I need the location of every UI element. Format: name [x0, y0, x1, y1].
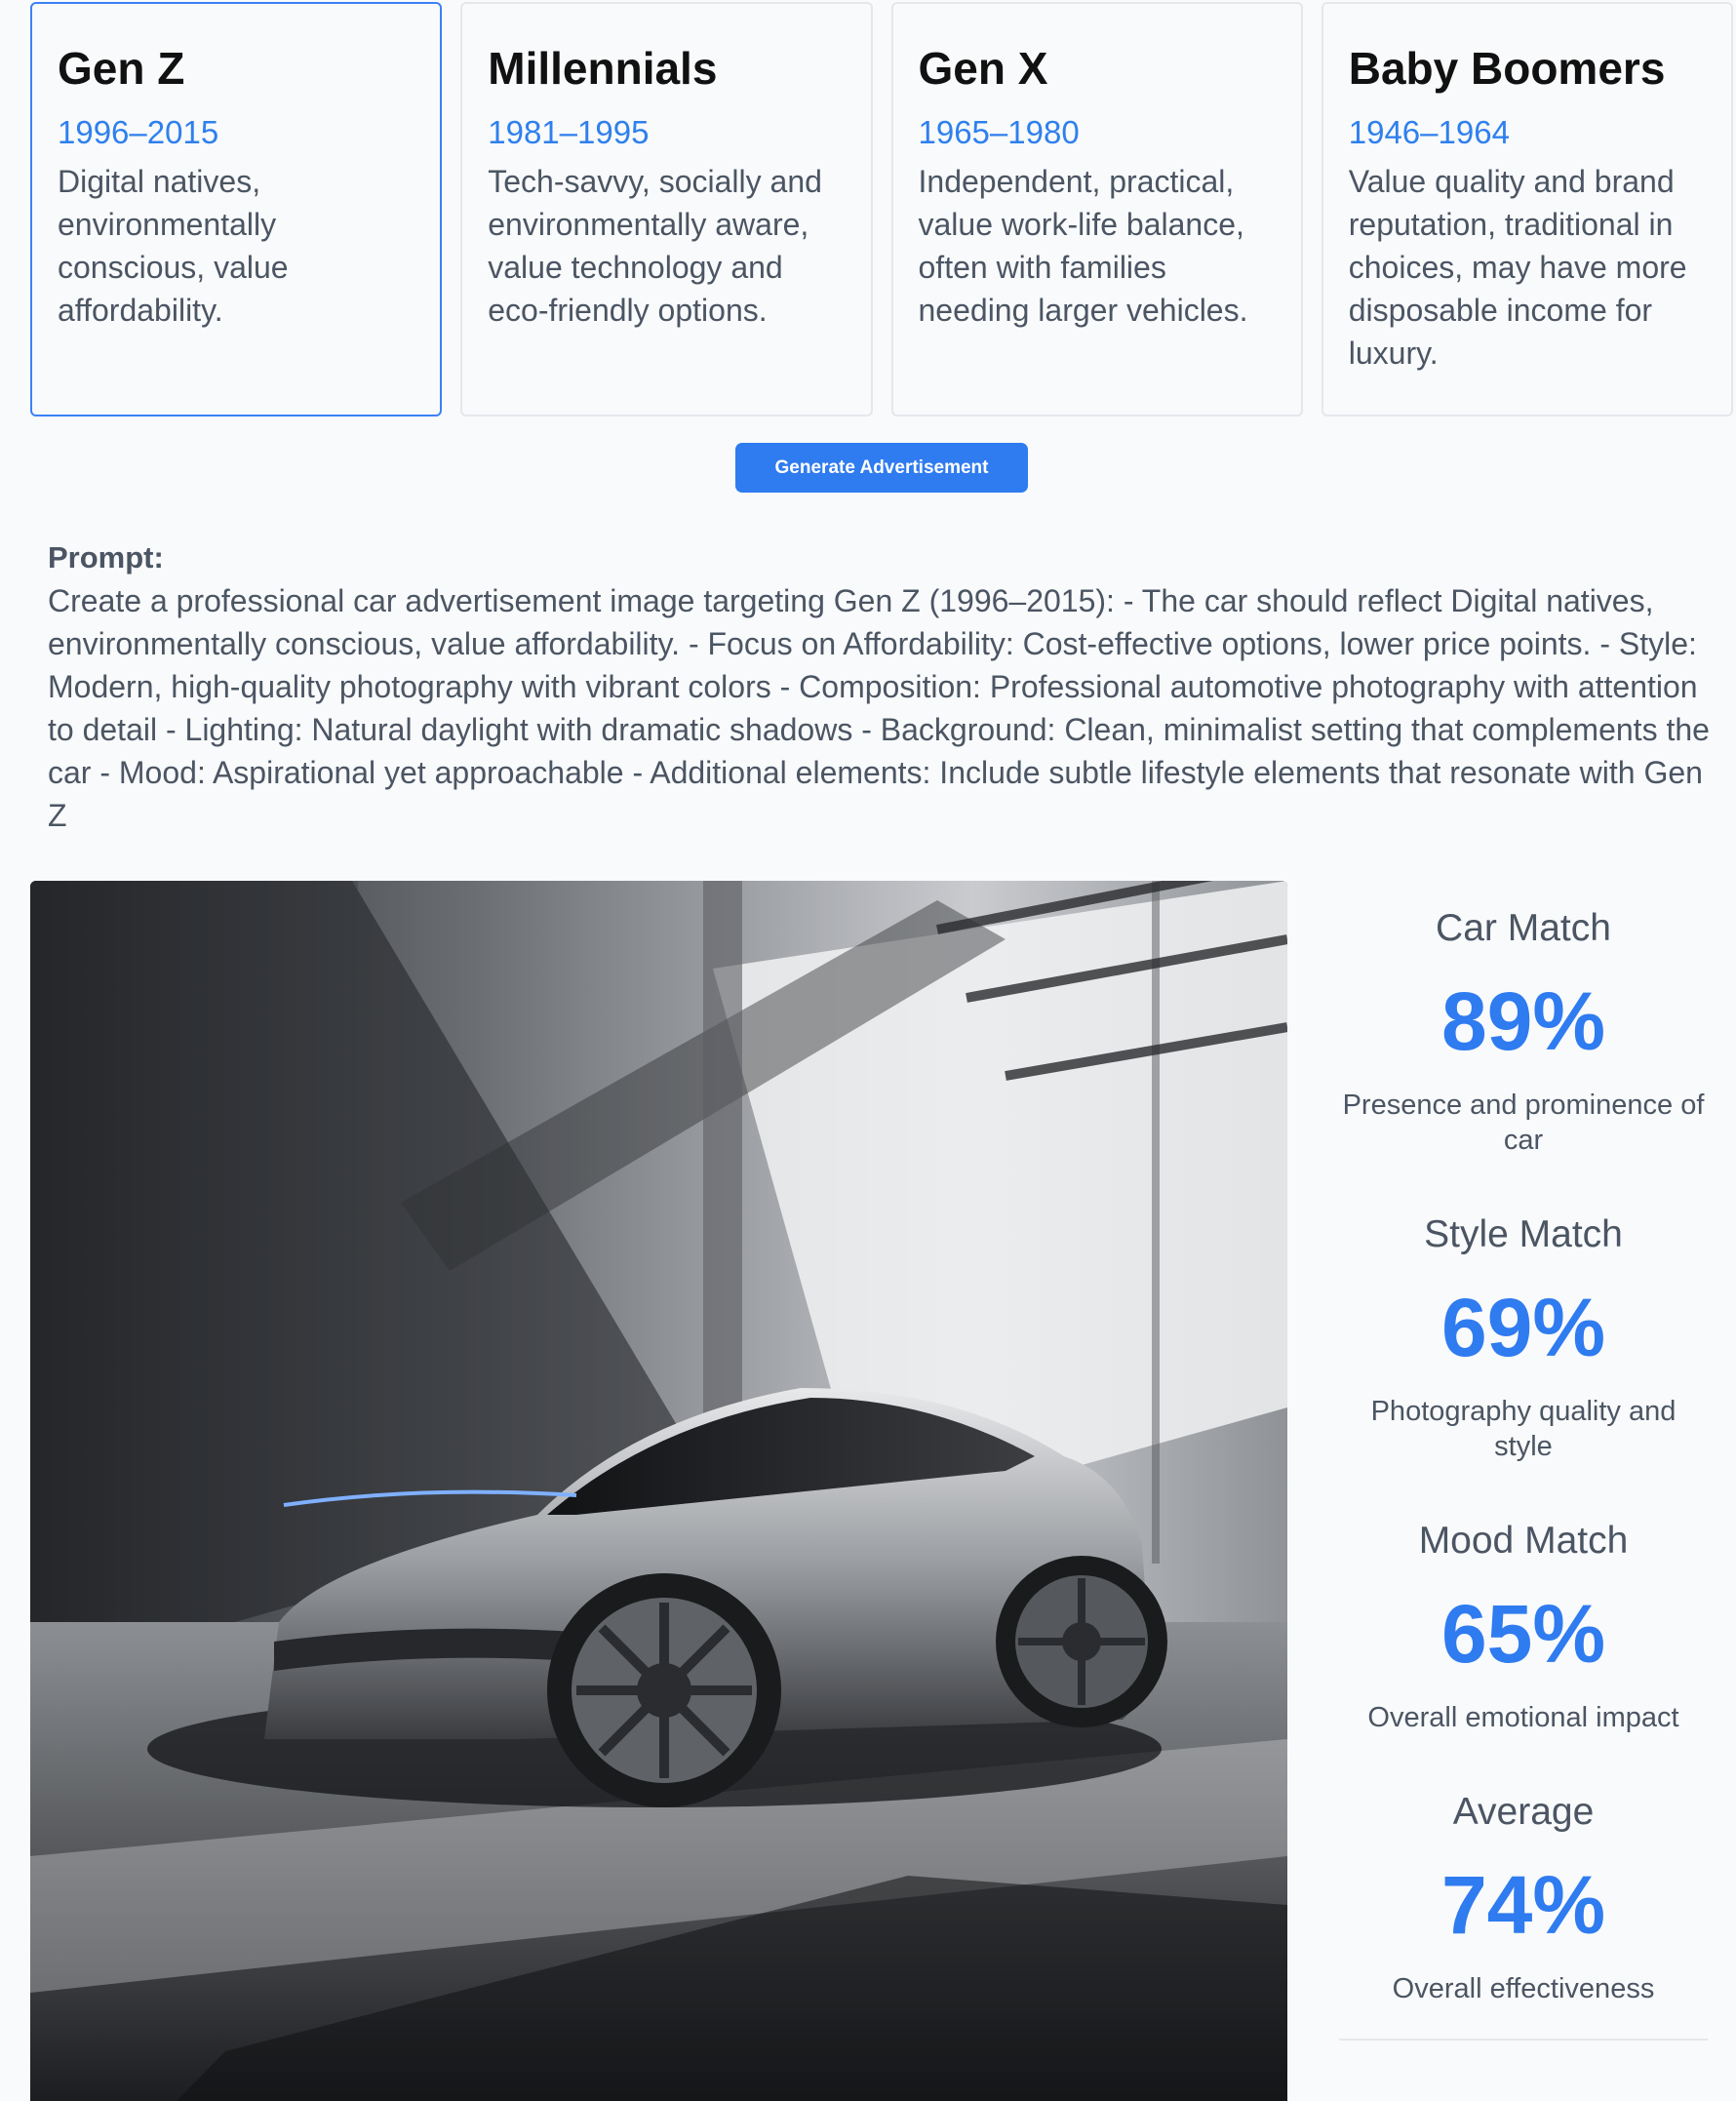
- metric-description: Presence and prominence of car: [1342, 1090, 1705, 1156]
- score-panel: Car Match 89% Presence and prominence of…: [1339, 881, 1708, 2090]
- card-title: Gen Z: [58, 43, 185, 94]
- metric-title: Style Match: [1424, 1213, 1623, 1255]
- card-title: Gen X: [918, 43, 1048, 94]
- card-baby-boomers[interactable]: Baby Boomers 1946–1964 Value quality and…: [1321, 2, 1733, 416]
- card-gen-z[interactable]: Gen Z 1996–2015 Digital natives, environ…: [30, 2, 443, 416]
- card-years: 1981–1995: [488, 114, 650, 150]
- metric-value: 89%: [1440, 975, 1606, 1067]
- prompt-section: Prompt: Create a professional car advert…: [48, 536, 1716, 837]
- card-years: 1996–2015: [58, 114, 219, 150]
- metric-value: 74%: [1440, 1859, 1606, 1951]
- metric-mood-match: Mood Match 65% Overall emotional impact: [1339, 1517, 1708, 1735]
- card-years: 1946–1964: [1348, 114, 1510, 150]
- generation-cards: Gen Z 1996–2015 Digital natives, environ…: [30, 2, 1733, 416]
- card-description: Independent, practical, value work-life …: [918, 164, 1248, 328]
- prompt-text: Create a professional car advertisement …: [48, 583, 1710, 833]
- metric-description: Overall effectiveness: [1392, 1973, 1655, 2004]
- card-description: Digital natives, environmentally conscio…: [58, 164, 289, 328]
- metric-description: Photography quality and style: [1370, 1396, 1677, 1462]
- card-title: Baby Boomers: [1348, 43, 1666, 94]
- metric-average: Average 74% Overall effectiveness: [1339, 1788, 1708, 2006]
- card-millennials[interactable]: Millennials 1981–1995 Tech-savvy, social…: [460, 2, 873, 416]
- metric-title: Average: [1452, 1791, 1595, 1833]
- card-gen-x[interactable]: Gen X 1965–1980 Independent, practical, …: [890, 2, 1303, 416]
- metric-title: Car Match: [1436, 907, 1611, 949]
- divider: [1339, 2039, 1708, 2041]
- car-photo: [30, 881, 1287, 2101]
- metric-style-match: Style Match 69% Photography quality and …: [1339, 1210, 1708, 1464]
- prompt-label: Prompt:: [48, 540, 164, 575]
- card-title: Millennials: [488, 43, 718, 94]
- generate-advertisement-button[interactable]: Generate Advertisement: [735, 443, 1028, 493]
- metric-car-match: Car Match 89% Presence and prominence of…: [1339, 904, 1708, 1158]
- card-description: Value quality and brand reputation, trad…: [1348, 164, 1687, 371]
- metric-title: Mood Match: [1418, 1520, 1629, 1562]
- generated-ad-image: [30, 881, 1287, 2101]
- card-description: Tech-savvy, socially and environmentally…: [488, 164, 822, 328]
- metric-description: Overall emotional impact: [1367, 1702, 1679, 1733]
- card-years: 1965–1980: [918, 114, 1080, 150]
- metric-value: 69%: [1440, 1282, 1606, 1373]
- metric-value: 65%: [1440, 1588, 1606, 1680]
